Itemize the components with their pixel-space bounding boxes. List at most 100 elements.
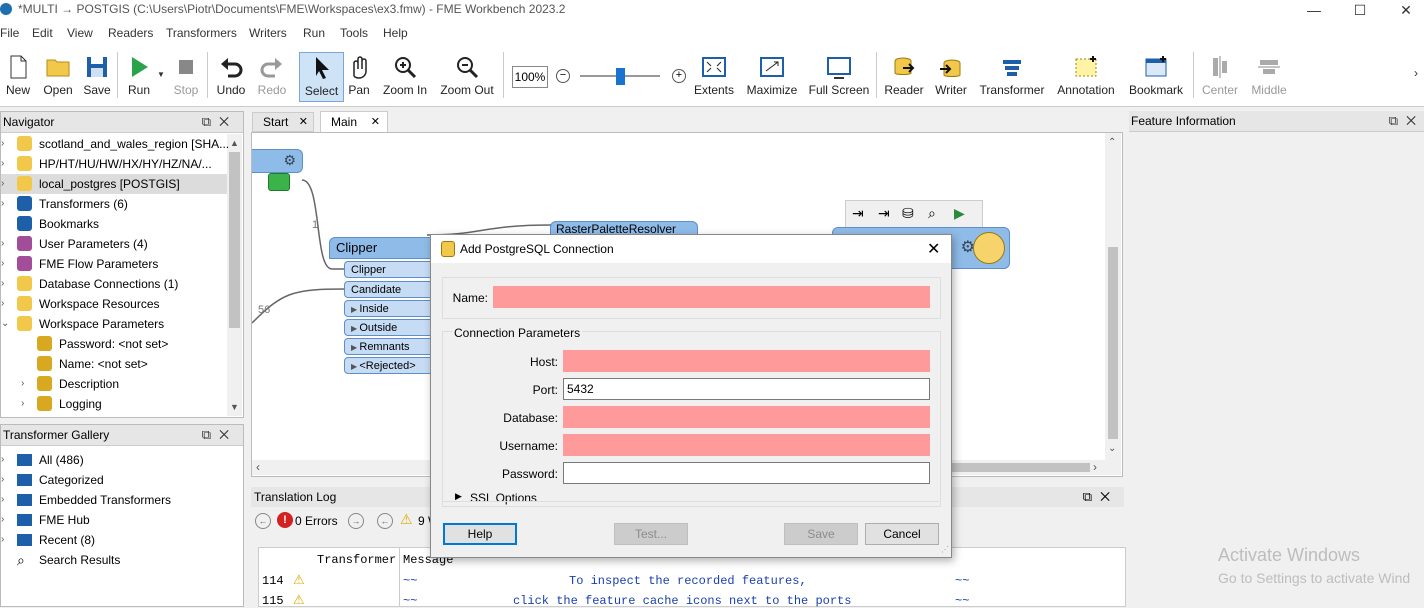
help-button[interactable]: Help	[443, 523, 517, 545]
tab-start[interactable]: Start ✕	[252, 112, 314, 132]
expand-chevron-icon[interactable]: ›	[1, 134, 11, 154]
navigator-writer-item[interactable]: › local_postgres [POSTGIS]	[1, 174, 227, 194]
center-align-button[interactable]: Center	[1199, 44, 1241, 104]
close-icon[interactable]: ✕	[299, 113, 308, 131]
zoom-slider-thumb[interactable]	[616, 68, 625, 85]
username-field[interactable]	[563, 434, 930, 456]
pan-tool-button[interactable]: Pan	[344, 44, 374, 104]
middle-align-button[interactable]: Middle	[1247, 44, 1291, 104]
menu-file[interactable]: File	[0, 26, 19, 40]
menu-writers[interactable]: Writers	[249, 26, 287, 40]
inspect-icon[interactable]: ⌕	[928, 205, 936, 222]
navigator-name-parameter-item[interactable]: Name: <not set>	[1, 354, 227, 374]
panel-float-close-icons[interactable]: ⧉✕	[202, 425, 237, 445]
menu-view[interactable]: View	[67, 26, 93, 40]
gallery-item-categorized[interactable]: › Categorized	[1, 470, 241, 490]
add-transformer-button[interactable]: Transformer	[978, 44, 1046, 104]
menu-edit[interactable]: Edit	[32, 26, 53, 40]
run-button[interactable]: Run	[122, 44, 156, 104]
tab-main[interactable]: Main ✕	[320, 111, 388, 132]
expand-chevron-icon[interactable]: ›	[21, 374, 31, 394]
transformer-node-partial[interactable]: ⚙	[252, 149, 303, 173]
add-bookmark-button[interactable]: Bookmark	[1126, 44, 1186, 104]
menu-help[interactable]: Help	[383, 26, 408, 40]
gallery-item-recent[interactable]: › Recent (8)	[1, 530, 241, 550]
expand-chevron-icon[interactable]: ›	[1, 194, 11, 214]
expand-chevron-icon[interactable]: ›	[1, 490, 11, 510]
navigator-workspace-parameters-item[interactable]: ⌄ Workspace Parameters	[1, 314, 227, 334]
maximize-button[interactable]: ☐	[1337, 0, 1383, 22]
navigator-workspace-resources-item[interactable]: › Workspace Resources	[1, 294, 227, 314]
expand-chevron-icon[interactable]: ›	[1, 510, 11, 530]
clipper-port-2[interactable]: ▶ Inside	[344, 300, 439, 317]
navigator-fme-flow-parameters-item[interactable]: › FME Flow Parameters	[1, 254, 227, 274]
panel-float-close-icons[interactable]: ⧉✕	[1083, 487, 1118, 507]
add-writer-button[interactable]: Writer	[931, 44, 971, 104]
stop-button[interactable]: Stop	[170, 44, 202, 104]
close-window-button[interactable]: ✕	[1383, 0, 1424, 22]
resize-grip-icon[interactable]: ⋰	[941, 545, 949, 554]
scroll-down-icon[interactable]: ▼	[230, 402, 239, 412]
toolbar-overflow-chevron-icon[interactable]: ›	[1414, 66, 1418, 80]
run-to-this-icon[interactable]: ▶	[954, 205, 965, 222]
navigator-password-parameter-item[interactable]: Password: <not set>	[1, 334, 227, 354]
scroll-left-icon[interactable]: ‹	[256, 460, 260, 474]
gallery-item-embedded-transformers[interactable]: › Embedded Transformers	[1, 490, 241, 510]
zoom-in-button[interactable]: Zoom In	[380, 44, 430, 104]
navigator-logging-item[interactable]: › Logging	[1, 394, 227, 414]
scroll-up-icon[interactable]: ⌃	[1108, 137, 1116, 148]
navigator-user-parameters-item[interactable]: › User Parameters (4)	[1, 234, 227, 254]
zoom-level-field[interactable]: 100%	[512, 66, 548, 88]
database-field[interactable]	[563, 406, 930, 428]
open-button[interactable]: Open	[40, 44, 76, 104]
port-field[interactable]	[563, 378, 930, 400]
expand-chevron-icon[interactable]: ›	[1, 154, 11, 174]
panel-float-close-icons[interactable]: ⧉✕	[202, 112, 237, 132]
panel-float-close-icons[interactable]: ⧉✕	[1389, 111, 1424, 131]
close-icon[interactable]: ✕	[371, 112, 380, 132]
error-count[interactable]: 0 Errors	[295, 514, 338, 528]
cancel-button[interactable]: Cancel	[865, 523, 939, 545]
previous-error-icon[interactable]: ←	[255, 513, 271, 529]
add-annotation-button[interactable]: Annotation	[1054, 44, 1118, 104]
navigator-description-item[interactable]: › Description	[1, 374, 227, 394]
navigator-bookmarks-item[interactable]: Bookmarks	[1, 214, 227, 234]
extents-button[interactable]: Extents	[693, 44, 735, 104]
maximize-canvas-button[interactable]: Maximize	[744, 44, 800, 104]
test-button[interactable]: Test...	[614, 523, 688, 545]
gallery-item-fme-hub[interactable]: › FME Hub	[1, 510, 241, 530]
menu-transformers[interactable]: Transformers	[166, 26, 237, 40]
expand-chevron-icon[interactable]: ›	[1, 450, 11, 470]
zoom-minus-icon[interactable]: −	[556, 69, 570, 83]
expand-chevron-icon[interactable]: ›	[1, 294, 11, 314]
expand-chevron-icon[interactable]: ›	[1, 254, 11, 274]
clipper-port-5[interactable]: ▶ <Rejected>	[344, 357, 439, 374]
add-reader-button[interactable]: Reader	[883, 44, 925, 104]
expand-chevron-icon[interactable]: ›	[1, 234, 11, 254]
expand-chevron-icon[interactable]: ›	[1, 470, 11, 490]
menu-run[interactable]: Run	[303, 26, 325, 40]
select-tool-button[interactable]: Select	[299, 52, 344, 102]
new-button[interactable]: New	[2, 44, 34, 104]
scroll-right-icon[interactable]: ›	[1093, 460, 1097, 474]
canvas-vertical-scrollbar[interactable]: ⌃ ⌄	[1105, 133, 1121, 460]
expand-chevron-icon[interactable]: ›	[1, 274, 11, 294]
full-screen-button[interactable]: Full Screen	[808, 44, 870, 104]
clipper-port-4[interactable]: ▶ Remnants	[344, 338, 439, 355]
database-settings-icon[interactable]: ⛁	[902, 205, 914, 222]
zoom-plus-icon[interactable]: +	[672, 69, 686, 83]
save-button[interactable]: Save	[82, 44, 112, 104]
scroll-down-icon[interactable]: ⌄	[1108, 443, 1116, 454]
gallery-item-all[interactable]: › All (486)	[1, 450, 241, 470]
menu-tools[interactable]: Tools	[340, 26, 368, 40]
ssl-options-toggle[interactable]: SSL Options	[470, 491, 537, 505]
gear-icon[interactable]: ⚙	[283, 152, 296, 169]
zoom-out-button[interactable]: Zoom Out	[438, 44, 496, 104]
previous-warning-icon[interactable]: ←	[377, 513, 393, 529]
expand-chevron-icon[interactable]: ›	[1, 530, 11, 550]
feature-cache-icon[interactable]	[268, 173, 290, 191]
redo-button[interactable]: Redo	[256, 44, 288, 104]
run-dropdown-chevron-icon[interactable]: ▼	[157, 70, 165, 79]
name-field[interactable]	[493, 286, 930, 308]
clipper-node-header[interactable]: Clipper	[329, 237, 439, 259]
